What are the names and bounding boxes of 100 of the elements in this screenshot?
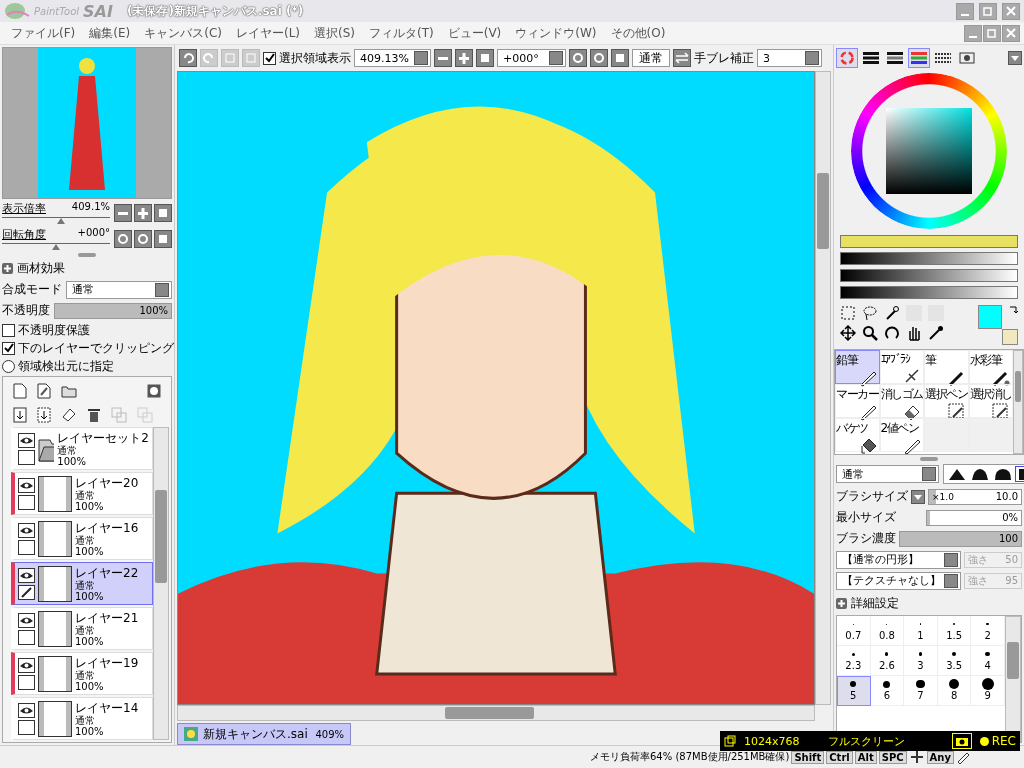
zoom-icon[interactable] — [862, 325, 878, 341]
eye-icon[interactable] — [18, 477, 35, 493]
blend-mode-button[interactable]: 通常 — [632, 49, 670, 67]
lasso-icon[interactable] — [862, 305, 878, 321]
brush-size-preset[interactable]: 3.5 — [937, 646, 972, 676]
layer-item[interactable]: レイヤーセット2 通常 100% — [11, 427, 153, 470]
blend-mode-dropdown[interactable]: 通常 — [66, 280, 172, 299]
checkbox[interactable] — [2, 341, 15, 355]
hand-icon[interactable] — [906, 325, 922, 341]
reset-rotation-button[interactable] — [611, 49, 629, 67]
camera-icon[interactable] — [951, 733, 972, 749]
rotate-right-button[interactable] — [134, 230, 152, 248]
color-bar[interactable] — [840, 252, 1018, 265]
eye-icon[interactable] — [18, 612, 35, 628]
reset-rotation-button[interactable] — [154, 230, 172, 248]
brush-tool-button[interactable]: ｴｱﾌﾞﾗｼ — [879, 350, 924, 384]
restore-button[interactable] — [983, 24, 1001, 42]
transfer-down-icon[interactable] — [13, 407, 27, 423]
flip-button[interactable] — [673, 49, 691, 67]
menu-item[interactable]: 編集(E) — [82, 24, 138, 42]
close-button[interactable] — [1002, 24, 1020, 42]
brush-size-preset[interactable]: 4 — [971, 646, 1005, 676]
expand-icon[interactable] — [836, 598, 847, 609]
brush-tool-button[interactable]: 筆 — [924, 350, 969, 384]
reset-zoom-button[interactable] — [476, 49, 494, 67]
minimize-button[interactable] — [964, 24, 982, 42]
layer-item[interactable]: レイヤー16 通常 100% — [11, 517, 153, 560]
layer-scrollbar[interactable] — [153, 427, 169, 740]
brush-size-preset[interactable]: 5 — [837, 676, 871, 706]
undo-button[interactable] — [179, 49, 197, 67]
brush-edge-shape[interactable] — [992, 466, 1013, 482]
brush-tool-button[interactable]: 選択消し — [968, 384, 1013, 418]
menu-item[interactable]: ファイル(F) — [4, 24, 83, 42]
color-bar[interactable] — [840, 235, 1018, 248]
color-bar[interactable] — [840, 286, 1018, 299]
close-button[interactable] — [1002, 2, 1020, 20]
slider-thumb-icon[interactable] — [52, 244, 60, 250]
eraser-icon[interactable] — [61, 407, 77, 423]
zoom-slider[interactable]: 表示倍率 409.1% — [2, 201, 110, 225]
min-size-slider[interactable]: 0% — [926, 509, 1022, 526]
window-icon[interactable] — [724, 735, 736, 747]
brush-tool-button[interactable]: 鉛筆 — [835, 350, 880, 384]
eye-icon[interactable] — [18, 567, 35, 583]
radio-button[interactable] — [2, 359, 15, 373]
new-pen-layer-icon[interactable] — [37, 383, 51, 399]
mask-icon[interactable] — [147, 384, 161, 398]
move-icon[interactable] — [840, 325, 856, 341]
rotation-slider[interactable]: 回転角度 +000° — [2, 227, 110, 251]
canvas-artwork-drawing[interactable] — [177, 71, 815, 705]
menu-item[interactable]: その他(O) — [603, 24, 673, 42]
color-bar[interactable] — [840, 269, 1018, 282]
layer-item[interactable]: レイヤー22 通常 100% — [11, 562, 153, 605]
pencil-icon[interactable] — [18, 584, 35, 600]
zoom-in-button[interactable] — [455, 49, 473, 67]
rotation-dropdown[interactable]: +000° — [497, 49, 566, 67]
lock-checkbox[interactable] — [18, 539, 35, 555]
brush-size-preset[interactable]: 1 — [904, 616, 938, 646]
foreground-color-swatch[interactable] — [978, 305, 1002, 329]
layer-item[interactable]: レイヤー20 通常 100% — [11, 472, 153, 515]
lock-checkbox[interactable] — [18, 494, 35, 510]
eye-icon[interactable] — [18, 522, 35, 538]
brush-tool-button[interactable]: マーカー — [835, 384, 880, 418]
background-color-swatch[interactable] — [1002, 329, 1018, 345]
brush-size-preset[interactable]: 2.6 — [870, 646, 905, 676]
brush-tool-button[interactable]: 選択ペン — [924, 384, 969, 418]
swatch-panel-button[interactable] — [908, 48, 930, 68]
new-layer-icon[interactable] — [13, 383, 27, 399]
menu-item[interactable]: ウィンドウ(W) — [508, 24, 604, 42]
brush-size-preset[interactable]: 9 — [971, 676, 1005, 706]
expand-icon[interactable] — [2, 263, 13, 274]
canvas-preview[interactable] — [2, 47, 172, 199]
zoom-out-button[interactable] — [114, 204, 132, 222]
checkbox[interactable] — [263, 51, 276, 65]
brush-tool-button[interactable]: バケツ — [835, 418, 880, 452]
stabilizer-dropdown[interactable]: 3 — [757, 49, 822, 67]
merge-down-icon[interactable] — [37, 407, 51, 423]
lock-checkbox[interactable] — [18, 449, 35, 465]
eye-icon[interactable] — [18, 432, 35, 448]
color-square[interactable] — [886, 108, 972, 194]
dropdown-button[interactable] — [911, 489, 925, 504]
eye-icon[interactable] — [18, 657, 35, 673]
layer-item[interactable]: レイヤー21 通常 100% — [11, 607, 153, 650]
folder-icon[interactable] — [61, 384, 77, 398]
brush-tool-button[interactable]: 水彩筆 — [968, 350, 1013, 384]
menu-item[interactable]: 選択(S) — [307, 24, 362, 42]
lock-checkbox[interactable] — [18, 719, 35, 735]
minimize-button[interactable] — [956, 2, 974, 20]
zoom-dropdown[interactable]: 409.13% — [354, 49, 431, 67]
checkbox[interactable] — [2, 323, 15, 337]
brush-size-preset[interactable]: 3 — [904, 646, 938, 676]
zoom-out-button[interactable] — [434, 49, 452, 67]
brush-shape-dropdown[interactable]: 【通常の円形】 — [836, 550, 961, 569]
dropdown-button[interactable] — [1008, 51, 1022, 65]
menu-item[interactable]: キャンバス(C) — [137, 24, 229, 42]
recording-mode[interactable]: フルスクリーン — [827, 733, 905, 749]
trash-icon[interactable] — [87, 407, 101, 423]
reset-zoom-button[interactable] — [154, 204, 172, 222]
eyedropper-icon[interactable] — [928, 325, 944, 341]
magic-wand-icon[interactable] — [884, 305, 900, 321]
tool-scrollbar[interactable] — [1013, 350, 1023, 454]
